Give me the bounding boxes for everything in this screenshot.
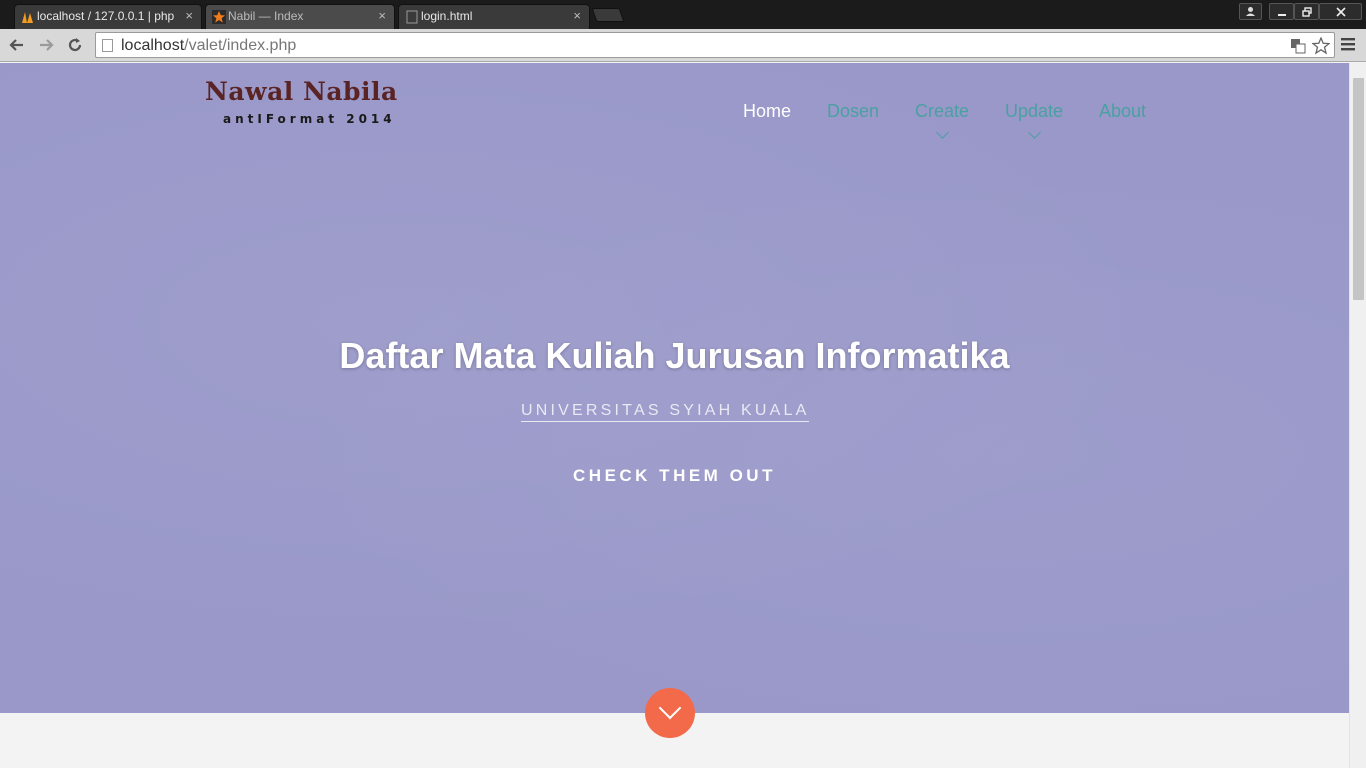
cta-button[interactable]: CHECK THEM OUT xyxy=(0,466,1349,486)
tab-nabil-index[interactable]: Nabil — Index × xyxy=(205,4,395,29)
scroll-down-button[interactable] xyxy=(645,688,695,738)
phpmyadmin-icon xyxy=(22,12,33,23)
close-icon[interactable]: × xyxy=(378,5,386,27)
nav-dosen[interactable]: Dosen xyxy=(827,101,879,122)
close-icon[interactable]: × xyxy=(185,5,193,27)
translate-icon[interactable] xyxy=(1290,38,1306,54)
profile-icon[interactable] xyxy=(1239,3,1262,20)
browser-tab-strip: localhost / 127.0.0.1 | php × Nabil — In… xyxy=(0,0,1366,29)
tab-phpmyadmin[interactable]: localhost / 127.0.0.1 | php × xyxy=(14,4,202,29)
reload-icon[interactable] xyxy=(64,34,86,56)
hero-title: Daftar Mata Kuliah Jurusan Informatika xyxy=(339,335,1010,376)
chevron-down-icon[interactable] xyxy=(1028,126,1041,139)
nav-home[interactable]: Home xyxy=(743,101,791,122)
tab-title: login.html xyxy=(421,9,473,23)
page-icon xyxy=(406,10,418,24)
chevron-down-icon[interactable] xyxy=(936,126,949,139)
chevron-down-icon xyxy=(658,696,682,720)
scrollbar-thumb[interactable] xyxy=(1353,78,1364,300)
page-scrollbar[interactable] xyxy=(1349,63,1366,768)
nav-about[interactable]: About xyxy=(1099,101,1146,122)
browser-toolbar: localhost/valet/index.php xyxy=(0,29,1366,62)
tab-title: Nabil — Index xyxy=(228,9,304,23)
logo-subtitle: antIFormat 2014 xyxy=(223,112,396,126)
hero-section: Nawal Nabila antIFormat 2014 Home Dosen … xyxy=(0,63,1349,713)
address-bar[interactable]: localhost/valet/index.php xyxy=(95,32,1335,58)
window-close-icon[interactable] xyxy=(1319,3,1362,20)
nav-update[interactable]: Update xyxy=(1005,101,1063,122)
logo-title[interactable]: Nawal Nabila xyxy=(205,77,398,106)
nav-create[interactable]: Create xyxy=(915,101,969,122)
url-text[interactable]: localhost/valet/index.php xyxy=(121,37,296,55)
bookmark-star-icon[interactable] xyxy=(1312,37,1330,55)
star-icon xyxy=(212,10,226,24)
close-icon[interactable]: × xyxy=(573,5,581,27)
menu-icon[interactable] xyxy=(1341,34,1359,56)
forward-icon[interactable] xyxy=(35,34,57,56)
page-viewport: Nawal Nabila antIFormat 2014 Home Dosen … xyxy=(0,63,1366,768)
tab-login[interactable]: login.html × xyxy=(398,4,590,29)
restore-icon[interactable] xyxy=(1294,3,1319,20)
back-icon[interactable] xyxy=(6,34,28,56)
minimize-icon[interactable] xyxy=(1269,3,1294,20)
new-tab-button[interactable] xyxy=(591,8,625,22)
tab-title: localhost / 127.0.0.1 | php xyxy=(37,9,175,23)
page-info-icon[interactable] xyxy=(102,39,113,52)
hero-subtitle-link[interactable]: UNIVERSITAS SYIAH KUALA xyxy=(521,402,810,422)
